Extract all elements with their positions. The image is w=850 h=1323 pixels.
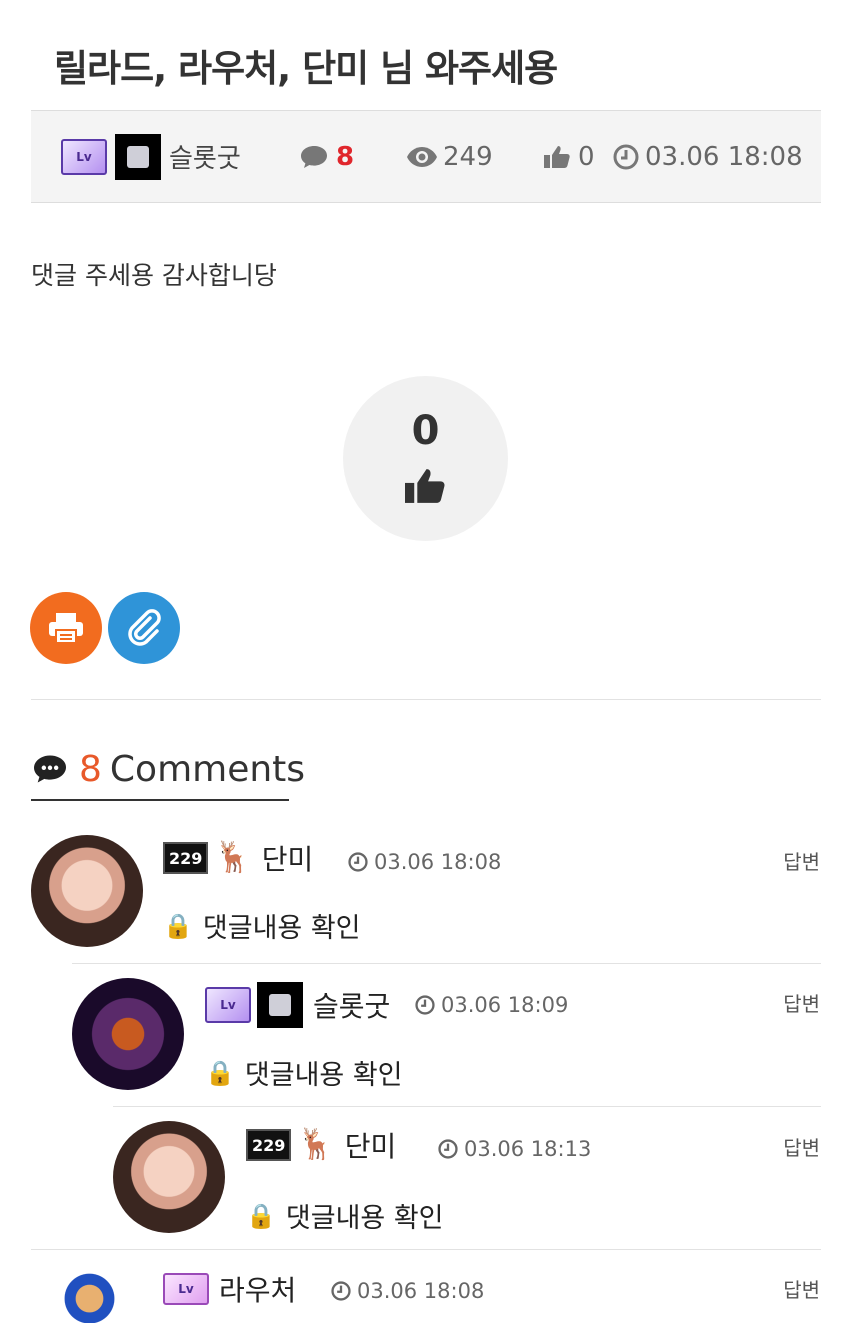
reply-button[interactable]: 답변 bbox=[783, 1274, 820, 1303]
comment-author[interactable]: 슬롯굿 bbox=[313, 985, 390, 1025]
comment-author[interactable]: 단미 bbox=[262, 838, 314, 878]
avatar[interactable] bbox=[72, 978, 184, 1090]
comment-date-text: 03.06 18:09 bbox=[441, 993, 569, 1017]
chat-icon bbox=[299, 111, 329, 202]
pixel-avatar-icon bbox=[115, 133, 161, 180]
post-author[interactable]: 슬롯굿 bbox=[169, 111, 241, 202]
comment-user: 229 🦌 단미 bbox=[163, 838, 313, 878]
chat-icon bbox=[34, 755, 66, 783]
comment-author[interactable]: 단미 bbox=[345, 1125, 397, 1165]
comments-underline bbox=[31, 799, 289, 801]
author-level-badge: Lv bbox=[61, 111, 107, 202]
comment-text[interactable]: 🔒 댓글내용 확인 bbox=[163, 906, 361, 945]
comment-user: Lv 라우처 bbox=[163, 1269, 296, 1309]
reindeer-icon: 🦌 bbox=[297, 1127, 335, 1162]
lock-icon: 🔒 bbox=[246, 1201, 276, 1230]
comment-text-label: 댓글내용 확인 bbox=[285, 1203, 444, 1234]
post-body: 댓글 주세용 감사합니당 bbox=[31, 261, 277, 290]
thumbs-up-icon bbox=[543, 111, 571, 202]
comment-date-text: 03.06 18:13 bbox=[464, 1137, 592, 1161]
post-title: 릴라드, 라우처, 단미 님 와주세용 bbox=[54, 47, 558, 90]
comment-text[interactable]: 🔒 댓글내용 확인 bbox=[205, 1053, 403, 1092]
section-divider bbox=[31, 699, 821, 700]
comment-text[interactable]: 🔒 댓글내용 확인 bbox=[246, 1196, 444, 1235]
level-badge-icon: Lv bbox=[61, 138, 107, 175]
avatar[interactable] bbox=[31, 835, 143, 947]
post-meta-bar: Lv 슬롯굿 8 249 0 03.06 18:08 bbox=[31, 110, 821, 203]
attachment-button[interactable] bbox=[108, 592, 180, 664]
reply-button[interactable]: 답변 bbox=[783, 846, 820, 875]
reply-button[interactable]: 답변 bbox=[783, 988, 820, 1017]
comment-user: Lv 슬롯굿 bbox=[205, 982, 390, 1028]
avatar[interactable] bbox=[113, 1121, 225, 1233]
like-total: 0 bbox=[411, 408, 440, 454]
comment-divider bbox=[113, 1106, 821, 1107]
comment-date-text: 03.06 18:08 bbox=[374, 850, 502, 874]
like-button[interactable]: 0 bbox=[343, 376, 508, 541]
level-tag: 229 bbox=[163, 842, 209, 874]
like-count: 0 bbox=[578, 141, 595, 172]
reply-button[interactable]: 답변 bbox=[783, 1132, 820, 1161]
clock-icon bbox=[348, 852, 368, 872]
thumbs-up-icon bbox=[403, 466, 447, 510]
clock-icon bbox=[613, 111, 639, 202]
level-badge-icon: Lv bbox=[205, 987, 251, 1023]
lock-icon: 🔒 bbox=[163, 911, 193, 940]
comment-date-text: 03.06 18:08 bbox=[357, 1279, 485, 1303]
paperclip-icon bbox=[128, 609, 161, 646]
level-tag: 229 bbox=[246, 1129, 292, 1161]
comments-count: 8 bbox=[79, 748, 102, 790]
comment-date: 03.06 18:09 bbox=[415, 993, 568, 1017]
eye-icon bbox=[406, 111, 438, 202]
view-count: 249 bbox=[443, 141, 493, 172]
print-icon bbox=[49, 613, 83, 644]
lock-icon: 🔒 bbox=[205, 1058, 235, 1087]
post-date: 03.06 18:08 bbox=[645, 141, 803, 172]
print-button[interactable] bbox=[30, 592, 102, 664]
comments-label: Comments bbox=[109, 748, 306, 790]
comment-divider bbox=[72, 963, 821, 964]
comment-date: 03.06 18:08 bbox=[331, 1279, 484, 1303]
pixel-avatar-icon bbox=[257, 982, 303, 1028]
comments-heading: 8 Comments bbox=[31, 744, 305, 794]
clock-icon bbox=[438, 1139, 458, 1159]
author-avatar bbox=[115, 111, 161, 202]
comment-text-label: 댓글내용 확인 bbox=[244, 1060, 403, 1091]
avatar[interactable] bbox=[40, 1262, 130, 1323]
level-badge-icon: Lv bbox=[163, 1273, 209, 1305]
clock-icon bbox=[331, 1281, 351, 1301]
comment-text-label: 댓글내용 확인 bbox=[202, 913, 361, 944]
reindeer-icon: 🦌 bbox=[214, 840, 252, 875]
comment-date: 03.06 18:13 bbox=[438, 1137, 591, 1161]
comment-author[interactable]: 라우처 bbox=[219, 1269, 296, 1309]
comment-date: 03.06 18:08 bbox=[348, 850, 501, 874]
comment-count: 8 bbox=[336, 141, 355, 172]
clock-icon bbox=[415, 995, 435, 1015]
comment-divider bbox=[31, 1249, 821, 1250]
comment-user: 229 🦌 단미 bbox=[246, 1125, 396, 1165]
